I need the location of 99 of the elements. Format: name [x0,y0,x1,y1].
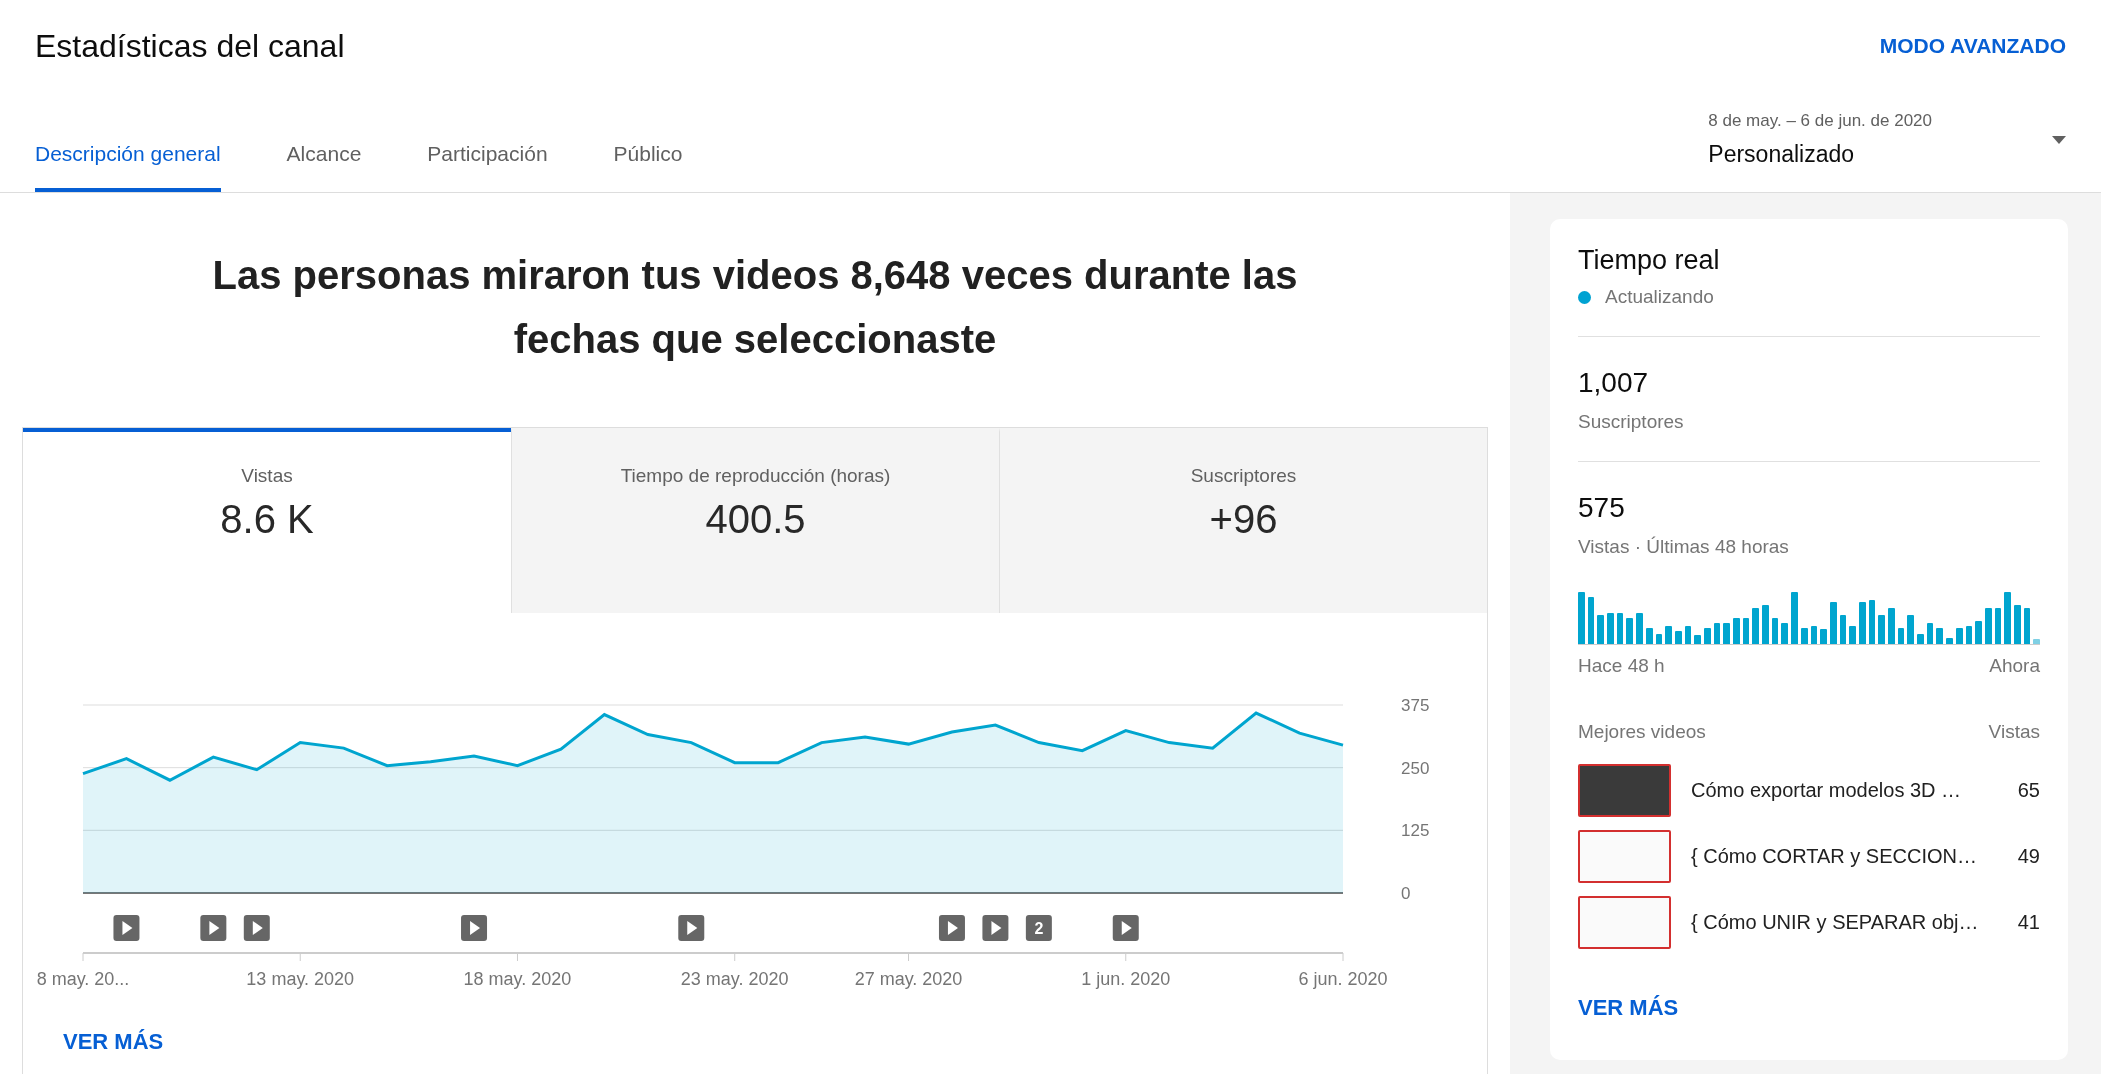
y-tick-label: 375 [1401,696,1430,715]
bar [1703,628,1711,644]
video-count: 2 [1034,920,1044,937]
y-tick-label: 125 [1401,821,1430,841]
bar [1616,612,1624,644]
bar [1917,633,1924,644]
video-title[interactable]: { Cómo UNIR y SEPARAR obj… [1691,910,1998,934]
video-marker-icon[interactable] [461,915,488,941]
video-marker-icon[interactable] [113,915,140,941]
bar [1984,607,1992,644]
bar [1907,615,1915,644]
bar [1888,607,1895,644]
bar [1936,628,1944,644]
x-tick-label: 13 may. 2020 [246,969,355,989]
see-more-link[interactable]: VER MÁS [1578,995,1679,1020]
bar [1975,620,1982,644]
bar [1587,597,1595,644]
video-marker-icon[interactable] [200,915,227,941]
video-marker-icon[interactable] [982,915,1009,941]
bar [1645,628,1653,644]
bar [1597,615,1605,644]
status-text: Actualizando [1605,286,1714,308]
column-header: Vistas [1988,721,2040,743]
x-tick-label: 8 may. 20... [36,969,130,989]
column-header: Mejores videos [1578,721,1706,743]
axis-start-label: Hace 48 h [1578,655,1665,677]
video-marker-icon[interactable] [243,915,270,941]
bar [1713,623,1721,644]
video-views: 49 [2017,844,2040,868]
subscriber-count: 1,007 [1578,367,1650,399]
bar [1800,628,1808,644]
bar [1791,592,1798,644]
bar [1994,607,2002,644]
bar [1578,592,1585,644]
views-count: 575 [1578,492,1626,524]
see-more-link[interactable]: VER MÁS [63,1029,164,1054]
bar [2033,638,2040,644]
bar [1684,625,1692,644]
caret-icon [2052,135,2066,144]
bar [1868,599,1876,644]
bar [1926,623,1934,644]
views-label: Vistas · Últimas 48 horas [1578,536,1790,558]
axis-end-label: Ahora [1989,655,2040,677]
bar [2023,607,2031,644]
bar [1665,625,1672,644]
video-views: 65 [2017,778,2040,802]
bar [1636,612,1643,644]
bar [1771,618,1779,644]
bar [1820,629,1827,644]
bar [1723,623,1730,644]
bar [1762,605,1769,644]
page-title: Estadísticas del canal [35,27,345,65]
video-count-badge[interactable] [1025,915,1052,941]
bar [1839,615,1847,644]
bar [1607,612,1614,644]
bar [1674,631,1682,644]
bar [1955,628,1963,644]
bar [1626,618,1634,644]
bar [1694,634,1701,644]
nav-tab[interactable]: Descripción general [35,142,221,192]
bar [1858,602,1866,644]
bar [1655,633,1663,644]
card-title: Tiempo real [1578,245,1721,276]
metric-tab[interactable]: Suscriptores +96 [999,428,1487,613]
video-marker-icon[interactable] [1112,915,1139,941]
x-tick-label: 23 may. 2020 [680,969,789,989]
video-title[interactable]: Cómo exportar modelos 3D … [1691,778,1998,802]
x-tick-label: 6 jun. 2020 [1298,969,1388,989]
metric-tab[interactable]: Tiempo de reproducción (horas) 400.5 [511,428,999,613]
bar [1946,637,1953,644]
y-tick-label: 0 [1401,884,1411,903]
x-tick-label: 27 may. 2020 [854,969,963,989]
bar [1965,625,1973,644]
subscriber-label: Suscriptores [1578,411,1685,433]
bar [1752,607,1760,644]
bar [1829,602,1837,644]
bar [1781,623,1789,644]
date-range-dropdown[interactable]: 8 de may. – 6 de jun. de 2020 Personalizado [1708,111,2066,192]
bar [1810,625,1818,644]
video-marker-icon[interactable] [678,915,705,941]
bar [1733,618,1740,644]
bar [2013,605,2021,644]
bar [1897,628,1905,644]
y-tick-label: 250 [1401,758,1430,778]
video-marker-icon[interactable] [938,915,965,941]
video-title[interactable]: { Cómo CORTAR y SECCION… [1691,844,1998,868]
status-dot-icon [1578,290,1591,304]
bar [1742,618,1750,644]
nav-tab[interactable]: Participación [427,142,548,192]
advanced-mode-link[interactable]: MODO AVANZADO [1879,34,2066,58]
headline: Las personas miraron tus videos 8,648 veces durante las fechas que seleccionaste [211,252,1299,363]
bar [1878,615,1885,644]
bar [1849,625,1856,644]
video-views: 41 [2017,910,2040,934]
nav-tab[interactable]: Alcance [286,142,362,192]
nav-tab[interactable]: Público [613,142,683,192]
x-tick-label: 1 jun. 2020 [1081,969,1171,989]
x-tick-label: 18 may. 2020 [463,969,572,989]
bar [2004,592,2011,644]
